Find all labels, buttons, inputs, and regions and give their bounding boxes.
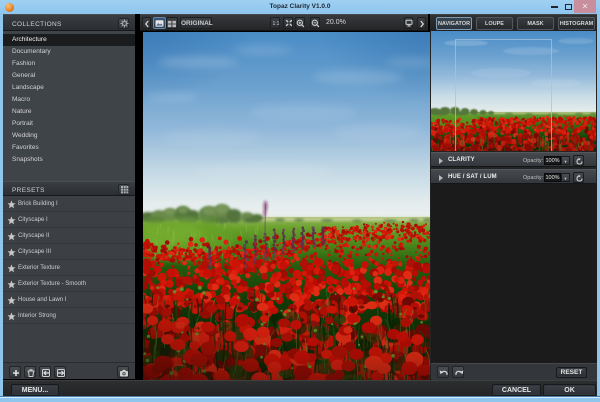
svg-text:1:1: 1:1 xyxy=(272,21,279,27)
